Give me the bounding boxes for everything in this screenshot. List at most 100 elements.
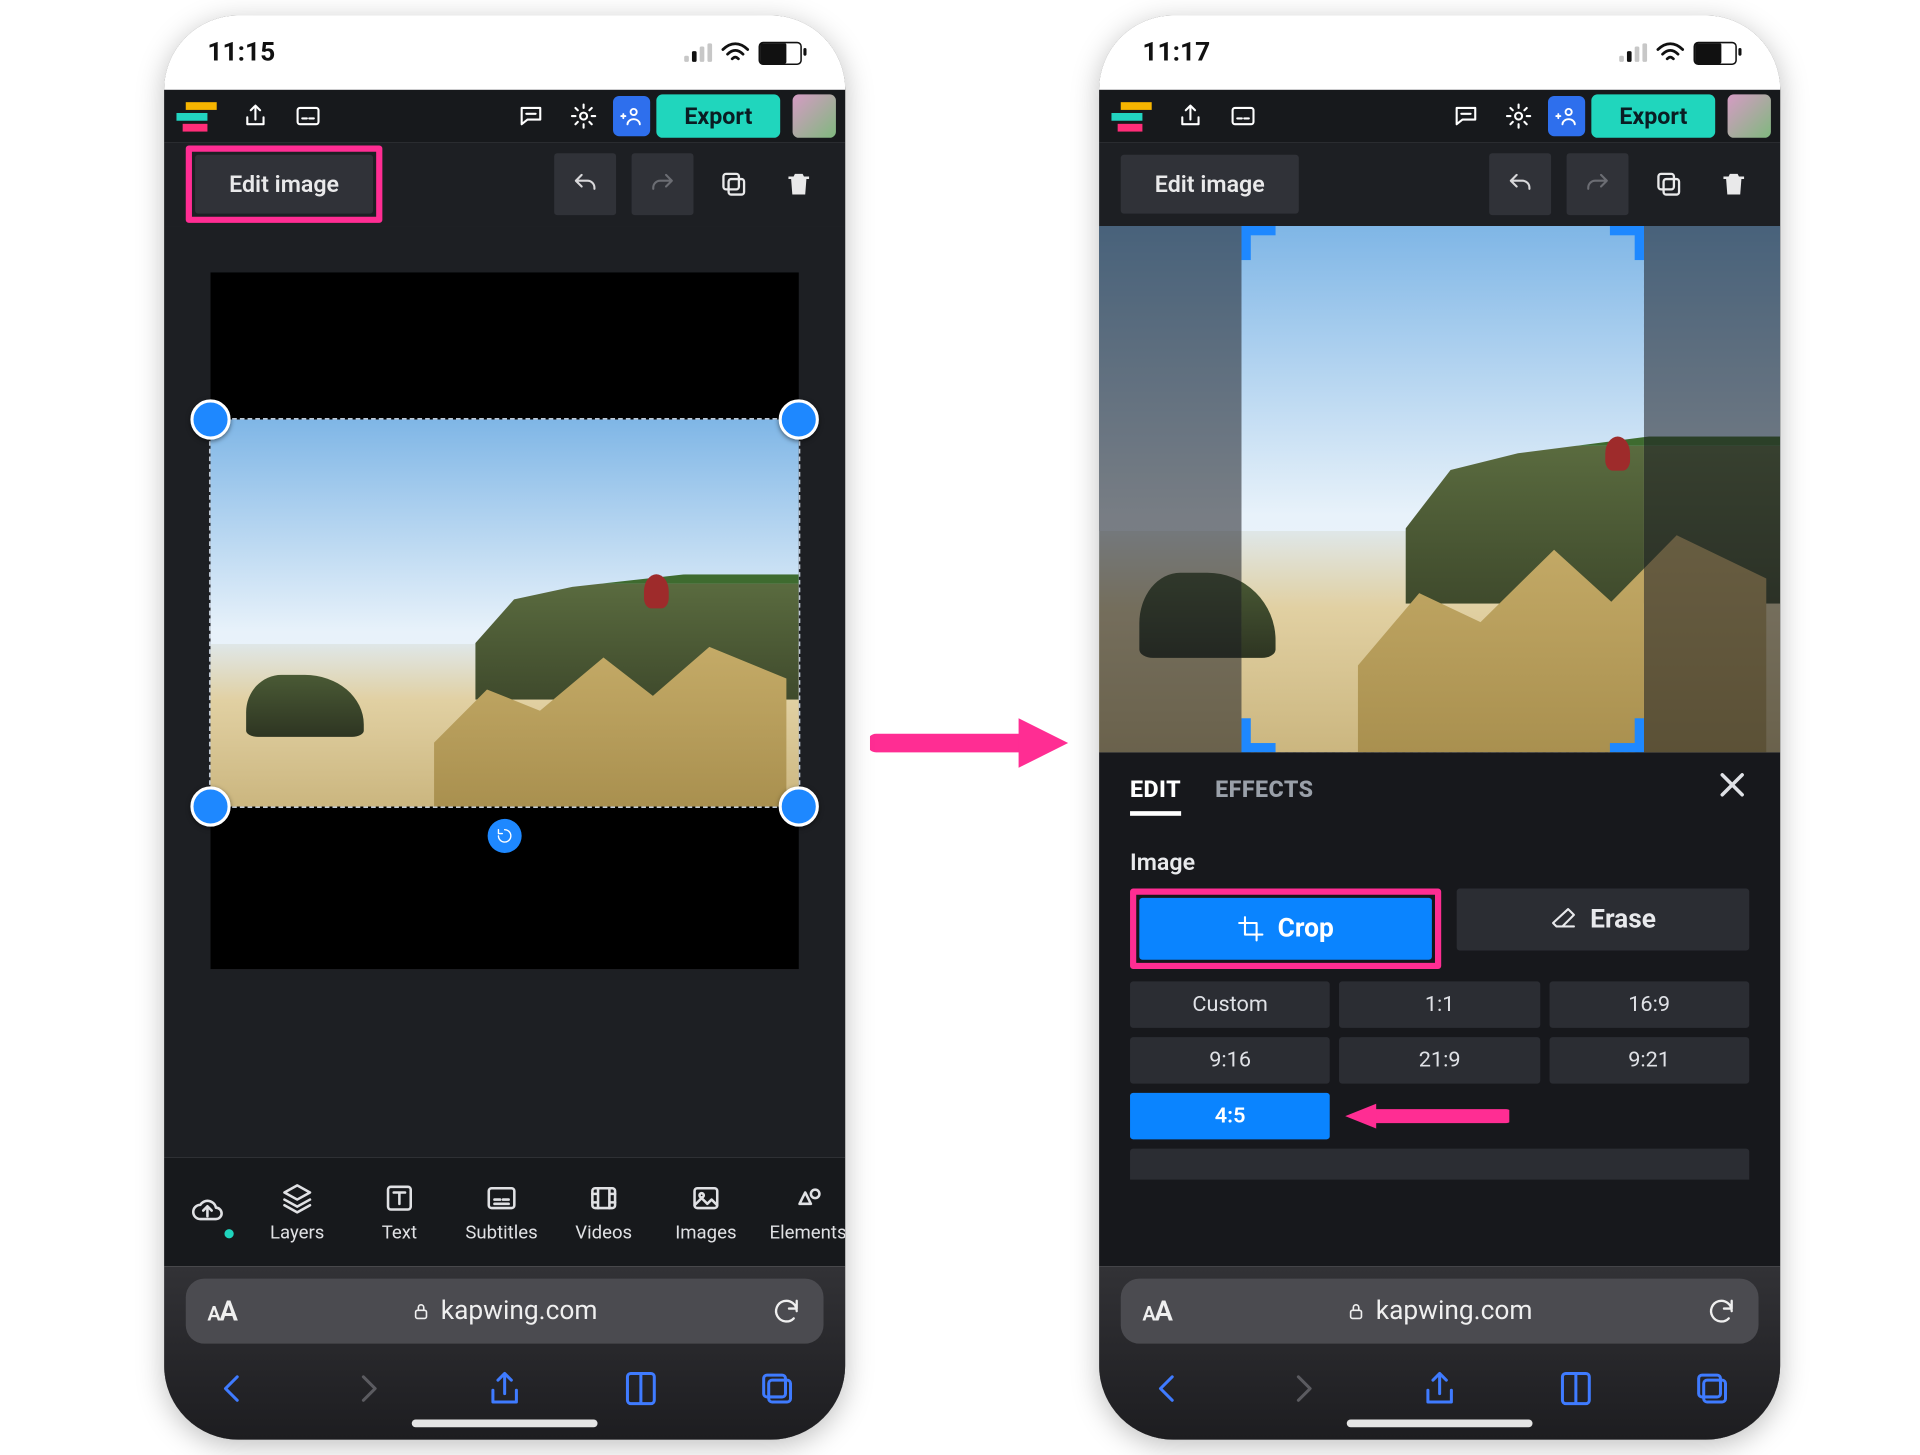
edit-image-button[interactable]: Edit image <box>1121 155 1299 214</box>
crop-handle-bl[interactable] <box>1241 718 1275 752</box>
selected-image[interactable] <box>211 420 799 807</box>
caption-icon[interactable] <box>285 94 331 137</box>
home-indicator <box>412 1420 598 1428</box>
tool-label: Videos <box>575 1221 632 1243</box>
share-icon[interactable] <box>1167 94 1213 137</box>
tool-label: Images <box>675 1221 736 1243</box>
ratio-9-21[interactable]: 9:21 <box>1549 1037 1749 1083</box>
signal-icon <box>1619 43 1647 62</box>
tool-label: Layers <box>270 1221 324 1243</box>
tool-images[interactable]: Images <box>659 1181 752 1243</box>
text-size-button[interactable]: AA <box>1142 1295 1171 1328</box>
reload-icon[interactable] <box>1706 1296 1737 1327</box>
caption-icon[interactable] <box>1220 94 1266 137</box>
resize-handle-bl[interactable] <box>190 786 230 826</box>
aspect-ratio-grid: Custom 1:1 16:9 9:16 21:9 9:21 4:5 <box>1130 981 1749 1139</box>
settings-icon[interactable] <box>560 94 606 137</box>
undo-button[interactable] <box>1489 153 1551 215</box>
tabs-button[interactable] <box>1692 1368 1732 1414</box>
crop-handle-tr[interactable] <box>1610 226 1644 260</box>
address-bar[interactable]: AA kapwing.com <box>1121 1279 1759 1344</box>
battery-icon <box>759 41 802 64</box>
highlight-arrow <box>1340 1093 1750 1139</box>
battery-icon <box>1694 41 1737 64</box>
comment-icon[interactable] <box>1443 94 1489 137</box>
export-button[interactable]: Export <box>656 94 780 137</box>
invite-user-button[interactable] <box>613 96 650 136</box>
ratio-1-1[interactable]: 1:1 <box>1340 981 1540 1027</box>
settings-icon[interactable] <box>1495 94 1541 137</box>
secondary-toolbar: Edit image <box>1099 142 1780 226</box>
selection-border <box>209 418 800 808</box>
tool-text[interactable]: Text <box>353 1181 446 1243</box>
bookmarks-button[interactable] <box>621 1368 661 1414</box>
tab-edit[interactable]: EDIT <box>1130 776 1181 804</box>
rotate-handle[interactable] <box>488 819 522 853</box>
crop-button[interactable]: Crop <box>1139 898 1432 960</box>
ratio-4-5[interactable]: 4:5 <box>1130 1093 1330 1139</box>
nav-back-button[interactable] <box>212 1368 252 1414</box>
duplicate-button[interactable] <box>709 159 759 209</box>
reload-icon[interactable] <box>771 1296 802 1327</box>
crop-handle-br[interactable] <box>1610 718 1644 752</box>
redo-button[interactable] <box>1567 153 1629 215</box>
tool-layers[interactable]: Layers <box>251 1181 344 1243</box>
artboard <box>211 272 799 969</box>
ios-statusbar: 11:15 <box>164 15 845 89</box>
tool-videos[interactable]: Videos <box>557 1181 650 1243</box>
canvas[interactable] <box>164 226 845 1158</box>
avatar[interactable] <box>793 94 836 137</box>
invite-user-button[interactable] <box>1548 96 1585 136</box>
safari-chrome: AA kapwing.com <box>164 1266 845 1439</box>
crop-label: Crop <box>1278 913 1334 944</box>
resize-handle-tl[interactable] <box>190 399 230 439</box>
comment-icon[interactable] <box>508 94 554 137</box>
undo-button[interactable] <box>554 153 616 215</box>
share-button[interactable] <box>485 1368 525 1414</box>
upload-button[interactable] <box>173 1193 241 1232</box>
secondary-toolbar: Edit image <box>164 142 845 226</box>
avatar[interactable] <box>1728 94 1771 137</box>
crop-handle-tl[interactable] <box>1241 226 1275 260</box>
tool-label: Subtitles <box>465 1221 537 1243</box>
nav-forward-button <box>1283 1368 1323 1414</box>
kapwing-logo[interactable] <box>1111 101 1151 130</box>
share-button[interactable] <box>1420 1368 1460 1414</box>
app-bar: Export <box>1099 90 1780 143</box>
tab-effects[interactable]: EFFECTS <box>1215 776 1313 804</box>
ratio-21-9[interactable]: 21:9 <box>1340 1037 1540 1083</box>
tool-label: Text <box>382 1221 417 1243</box>
delete-button[interactable] <box>774 159 824 209</box>
close-panel-button[interactable] <box>1715 768 1749 811</box>
ratio-custom[interactable]: Custom <box>1130 981 1330 1027</box>
duplicate-button[interactable] <box>1644 159 1694 209</box>
tool-elements[interactable]: Elements <box>762 1181 846 1243</box>
app-bar: Export <box>164 90 845 143</box>
resize-handle-tr[interactable] <box>779 399 819 439</box>
phone-right: 11:17 Export Edit image <box>1099 15 1780 1439</box>
kapwing-logo[interactable] <box>176 101 216 130</box>
address-bar[interactable]: AA kapwing.com <box>186 1279 824 1344</box>
ratio-16-9[interactable]: 16:9 <box>1549 981 1749 1027</box>
edit-image-button[interactable]: Edit image <box>195 155 373 214</box>
tool-subtitles[interactable]: Subtitles <box>455 1181 548 1243</box>
wifi-icon <box>1656 42 1684 64</box>
delete-button[interactable] <box>1709 159 1759 209</box>
text-size-button[interactable]: AA <box>207 1295 236 1328</box>
lock-icon <box>410 1300 432 1322</box>
home-indicator <box>1347 1420 1533 1428</box>
ratio-9-16[interactable]: 9:16 <box>1130 1037 1330 1083</box>
erase-button[interactable]: Erase <box>1457 889 1750 951</box>
crop-region[interactable] <box>1241 226 1643 752</box>
tabs-button[interactable] <box>757 1368 797 1414</box>
nav-back-button[interactable] <box>1147 1368 1187 1414</box>
bookmarks-button[interactable] <box>1556 1368 1596 1414</box>
share-icon[interactable] <box>232 94 278 137</box>
redo-button[interactable] <box>632 153 694 215</box>
wifi-icon <box>721 42 749 64</box>
panel-section-label: Image <box>1130 848 1749 876</box>
canvas[interactable] <box>1099 226 1780 752</box>
resize-handle-br[interactable] <box>779 786 819 826</box>
export-button[interactable]: Export <box>1591 94 1715 137</box>
lock-icon <box>1345 1300 1367 1322</box>
